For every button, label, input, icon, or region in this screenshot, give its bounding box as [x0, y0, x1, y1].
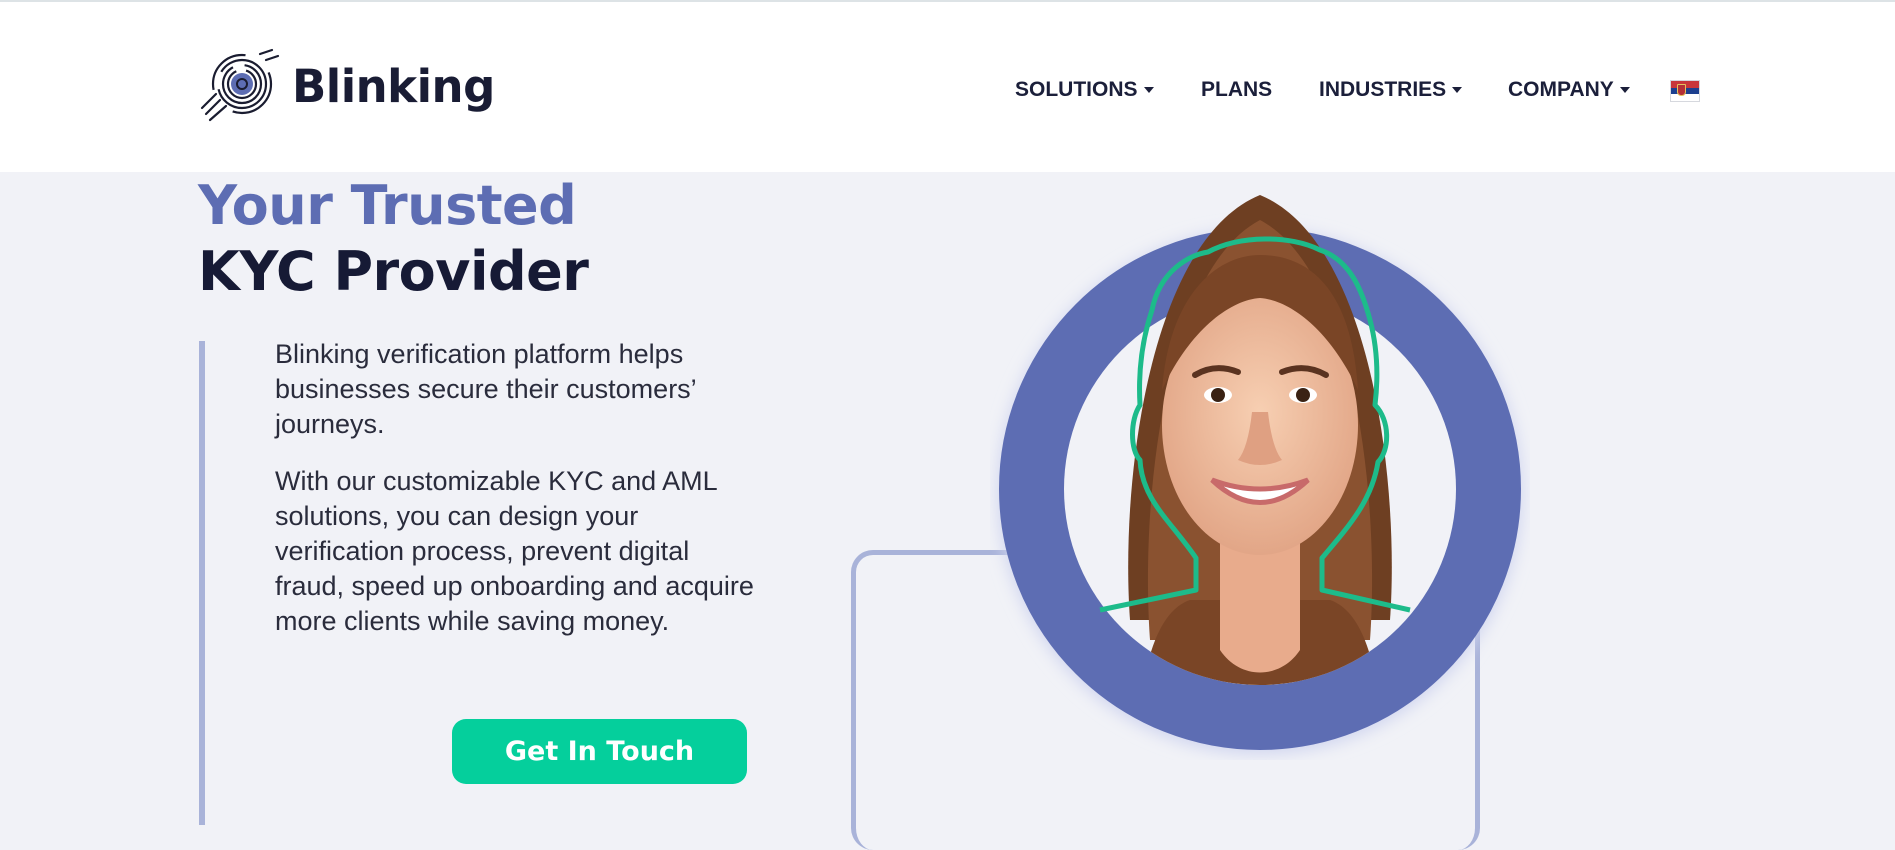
decorative-vertical-bar	[199, 341, 205, 825]
brand-name: Blinking	[292, 59, 495, 113]
fingerprint-logo-icon	[200, 48, 280, 122]
nav-plans-label: PLANS	[1201, 78, 1273, 101]
nav-industries[interactable]: INDUSTRIES	[1319, 72, 1463, 108]
hero-title-line2: KYC Provider	[198, 240, 589, 303]
nav-plans[interactable]: PLANS	[1201, 72, 1272, 108]
caret-down-icon	[1619, 87, 1630, 93]
hero-paragraph-1: Blinking verification platform helps bus…	[275, 339, 696, 439]
serbia-flag-icon[interactable]	[1670, 80, 1700, 102]
caret-down-icon	[1143, 87, 1154, 93]
nav-industries-label: INDUSTRIES	[1319, 78, 1447, 101]
get-in-touch-button[interactable]: Get In Touch	[452, 719, 747, 784]
nav-solutions-label: SOLUTIONS	[1015, 78, 1138, 101]
nav-company-label: COMPANY	[1508, 78, 1614, 101]
site-header: Blinking SOLUTIONS PLANS INDUSTRIES COMP…	[0, 2, 1895, 172]
logo[interactable]: Blinking	[198, 46, 498, 126]
nav-solutions[interactable]: SOLUTIONS	[1015, 72, 1154, 108]
hero-paragraph-2: With our customizable KYC and AML soluti…	[275, 466, 754, 636]
hero-illustration	[998, 195, 1522, 754]
nav-company[interactable]: COMPANY	[1508, 72, 1630, 108]
caret-down-icon	[1452, 87, 1463, 93]
hero-title-line1: Your Trusted	[198, 174, 577, 237]
